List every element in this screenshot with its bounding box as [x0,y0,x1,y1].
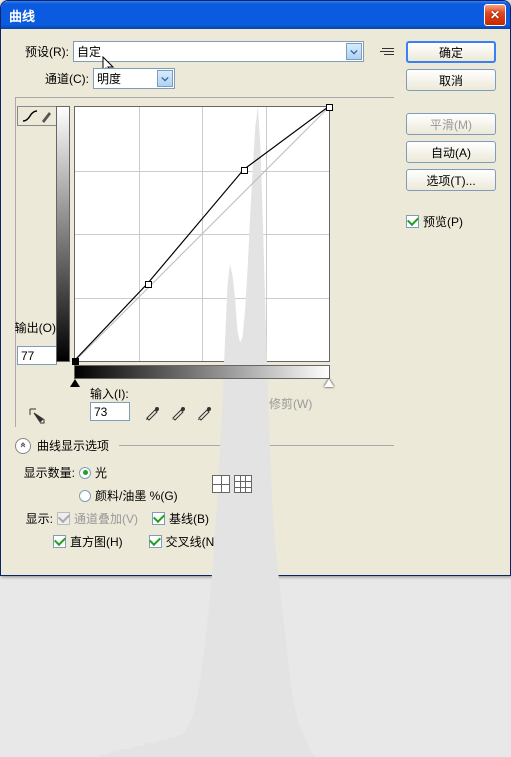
curve-point[interactable] [72,358,79,365]
curve-graph[interactable] [74,106,330,362]
titlebar[interactable]: 曲线 ✕ [1,1,510,29]
preset-combo[interactable]: 自定 [73,41,364,62]
output-gradient [56,106,70,362]
input-gradient[interactable] [74,365,330,379]
curves-dialog: 曲线 ✕ 预设(R): 自定 通道(C): 明度 [0,0,511,576]
curve-line [75,107,329,361]
curve-point[interactable] [326,104,333,111]
smooth-button: 平滑(M) [406,113,496,135]
options-button[interactable]: 选项(T)... [406,169,496,191]
curve-icon [22,109,38,123]
close-button[interactable]: ✕ [484,4,506,26]
preset-menu-icon[interactable] [374,42,394,62]
pencil-icon [40,109,52,123]
ok-button[interactable]: 确定 [406,41,496,63]
window-title: 曲线 [9,6,484,25]
curve-point[interactable] [241,167,248,174]
channel-label: 通道(C): [33,70,89,87]
cancel-button[interactable]: 取消 [406,69,496,91]
output-field[interactable] [17,346,57,365]
curve-tool-selector[interactable] [17,106,57,126]
curves-panel: 输出(O): [15,97,394,427]
collapse-toggle-icon[interactable] [15,438,31,454]
auto-button[interactable]: 自动(A) [406,141,496,163]
grid-coarse-icon[interactable] [212,475,230,493]
grid-fine-icon[interactable] [234,475,252,493]
curve-point[interactable] [145,281,152,288]
black-point-slider[interactable] [70,379,80,387]
channel-combo[interactable]: 明度 [93,68,175,89]
chevron-down-icon [346,43,362,60]
chevron-down-icon [157,70,173,87]
target-adjust-icon[interactable] [26,405,48,427]
show-label: 显示: [15,510,53,527]
white-point-slider[interactable] [324,379,334,387]
preset-label: 预设(R): [15,43,69,60]
output-label: 输出(O): [15,319,60,336]
preview-checkbox[interactable]: 预览(P) [406,213,496,230]
show-amount-label: 显示数量: [15,464,75,481]
